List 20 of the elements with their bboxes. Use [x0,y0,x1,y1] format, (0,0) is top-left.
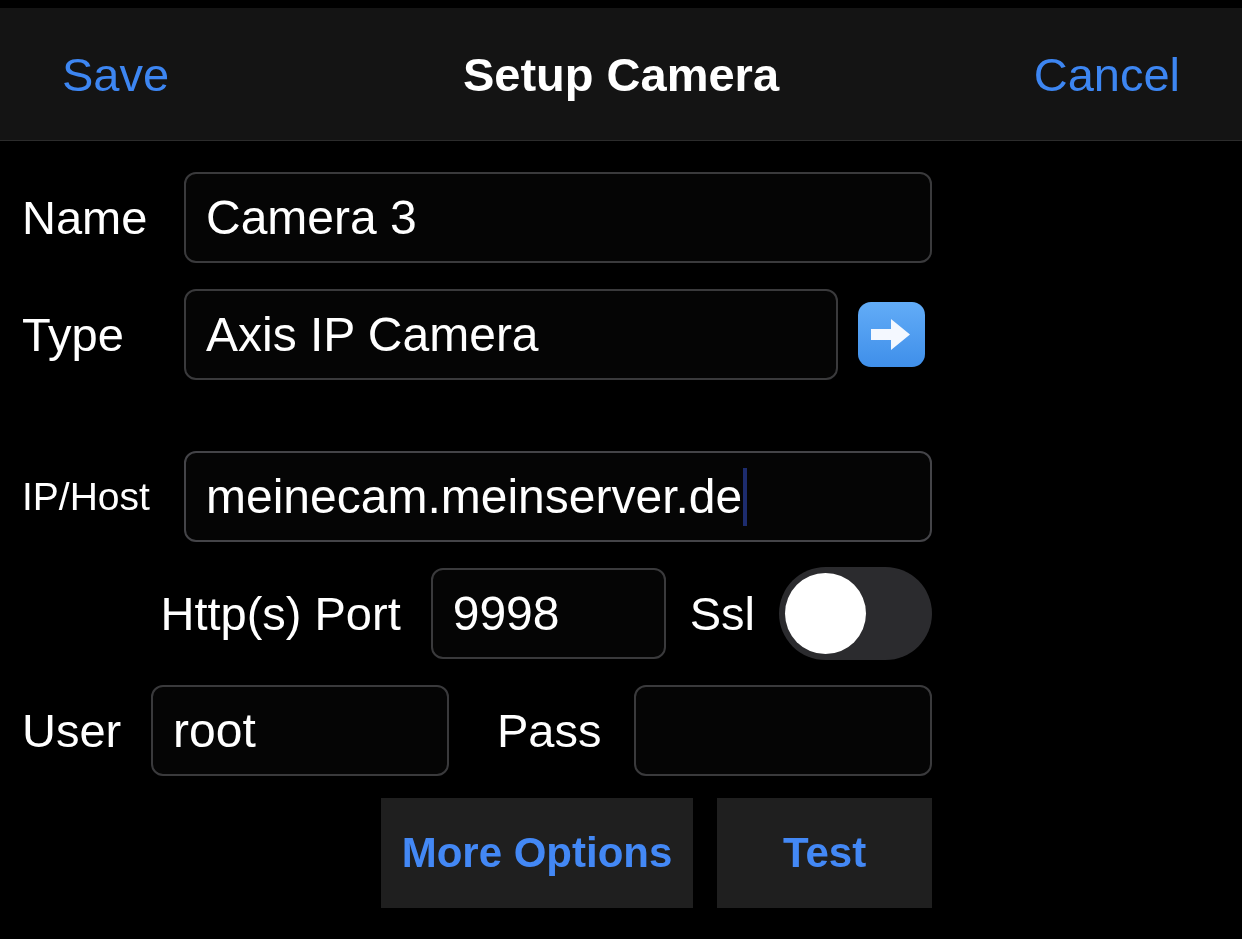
name-field[interactable]: Camera 3 [184,172,932,263]
save-button[interactable]: Save [62,46,170,102]
field-label: Http(s) Port [160,586,401,641]
arrow-right-icon[interactable] [858,302,925,367]
host-field[interactable]: meinecam.meinserver.de [184,451,932,542]
test-button[interactable]: Test [717,798,932,908]
cancel-button[interactable]: Cancel [1033,46,1180,102]
field-label: IP/Host [22,474,151,519]
field-label: Type [22,307,125,362]
field-label: User [22,703,122,758]
screen-title: Setup Camera [462,46,780,102]
port-field[interactable]: 9998 [430,568,666,659]
more-options-button[interactable]: More Options [381,798,693,908]
field-label: Ssl [689,586,755,641]
user-field[interactable]: root [151,685,449,776]
field-label: Name [22,190,149,245]
password-field[interactable] [634,685,932,776]
field-label: Pass [497,703,602,758]
text-cursor-icon [743,467,748,526]
type-field[interactable]: Axis IP Camera [184,289,838,380]
